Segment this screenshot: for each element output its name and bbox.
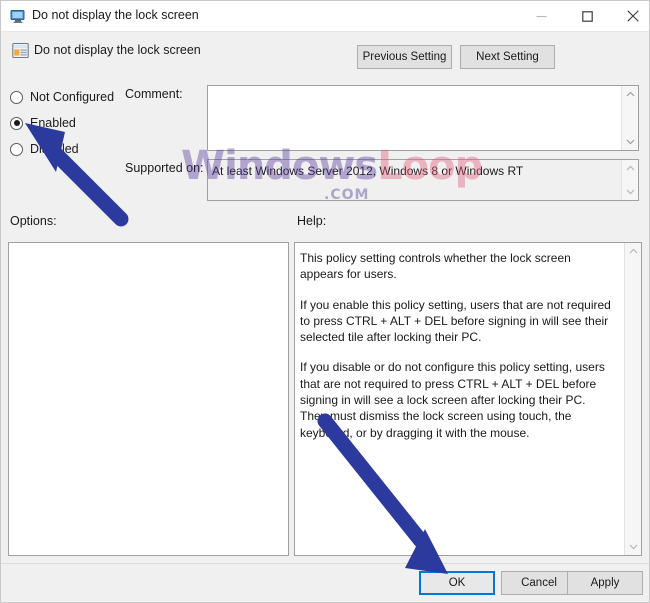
radio-disabled[interactable]: Disabled	[10, 139, 79, 159]
title-bar: Do not display the lock screen	[1, 1, 649, 32]
radio-label-enabled: Enabled	[30, 116, 76, 130]
scroll-down-icon[interactable]	[622, 134, 638, 150]
supported-on-field: At least Windows Server 2012, Windows 8 …	[207, 159, 639, 201]
maximize-icon	[581, 10, 593, 22]
radio-circle-disabled[interactable]	[10, 142, 23, 156]
window-title: Do not display the lock screen	[32, 8, 199, 22]
state-section: Not Configured Enabled Disabled Comment:…	[1, 79, 649, 207]
scroll-up-icon[interactable]	[625, 243, 641, 259]
policy-window-icon	[10, 9, 26, 24]
scroll-up-icon[interactable]	[622, 160, 638, 176]
scroll-up-icon[interactable]	[622, 86, 638, 102]
scroll-down-icon[interactable]	[625, 539, 641, 555]
cancel-button[interactable]: Cancel	[501, 571, 577, 595]
help-label: Help:	[297, 214, 327, 228]
apply-button[interactable]: Apply	[567, 571, 643, 595]
radio-label-not-configured: Not Configured	[30, 90, 115, 104]
previous-setting-button[interactable]: Previous Setting	[357, 45, 452, 69]
radio-circle-not-configured[interactable]	[10, 90, 23, 104]
comment-textarea[interactable]	[207, 85, 639, 151]
radio-label-disabled: Disabled	[30, 142, 79, 156]
help-paragraph: If you enable this policy setting, users…	[300, 297, 611, 345]
ok-button[interactable]: OK	[419, 571, 495, 595]
comment-scrollbar[interactable]	[621, 86, 638, 150]
maximize-button[interactable]	[564, 1, 610, 31]
close-icon	[627, 10, 639, 22]
supported-on-scrollbar[interactable]	[621, 160, 638, 200]
radio-enabled[interactable]: Enabled	[10, 113, 76, 133]
dialog-footer: OK Cancel Apply	[1, 563, 649, 602]
help-paragraph: This policy setting controls whether the…	[300, 251, 571, 282]
comment-label: Comment:	[125, 87, 183, 101]
group-policy-setting-icon	[12, 42, 29, 59]
options-panel[interactable]	[8, 242, 289, 556]
help-panel[interactable]: This policy setting controls whether the…	[294, 242, 642, 556]
help-scrollbar[interactable]	[624, 243, 641, 555]
minimize-button[interactable]	[518, 1, 564, 31]
radio-circle-enabled[interactable]	[10, 116, 23, 130]
radio-not-configured[interactable]: Not Configured	[10, 87, 114, 107]
supported-on-label: Supported on:	[125, 161, 204, 175]
group-policy-setting-dialog: Do not display the lock screen Do not di…	[0, 0, 650, 603]
next-setting-button[interactable]: Next Setting	[460, 45, 555, 69]
scroll-down-icon[interactable]	[622, 184, 638, 200]
help-text: This policy setting controls whether the…	[300, 250, 613, 441]
options-label: Options:	[10, 214, 57, 228]
close-button[interactable]	[610, 1, 649, 31]
help-paragraph: If you disable or do not configure this …	[300, 360, 605, 440]
policy-title: Do not display the lock screen	[34, 43, 201, 57]
minimize-icon	[536, 15, 546, 17]
supported-on-value: At least Windows Server 2012, Windows 8 …	[212, 164, 524, 178]
